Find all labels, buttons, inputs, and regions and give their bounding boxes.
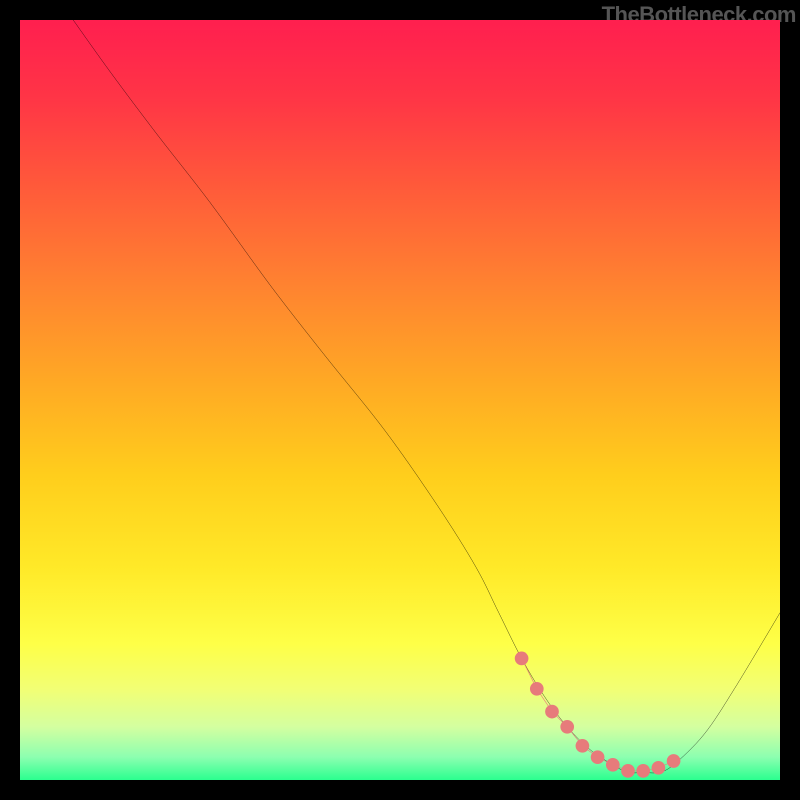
- valley-marker: [606, 758, 620, 772]
- valley-marker: [530, 682, 544, 696]
- valley-marker: [545, 705, 559, 719]
- valley-marker: [652, 761, 666, 775]
- valley-marker: [591, 750, 605, 764]
- valley-marker: [560, 720, 574, 734]
- chart-plot-area: [20, 20, 780, 780]
- valley-marker: [636, 764, 650, 778]
- valley-markers: [515, 652, 681, 778]
- valley-marker: [667, 754, 681, 768]
- chart-frame: [20, 20, 780, 780]
- bottleneck-curve: [73, 20, 780, 773]
- chart-curve-layer: [20, 20, 780, 780]
- valley-marker: [515, 652, 529, 666]
- valley-marker: [576, 739, 590, 753]
- valley-marker: [621, 764, 635, 778]
